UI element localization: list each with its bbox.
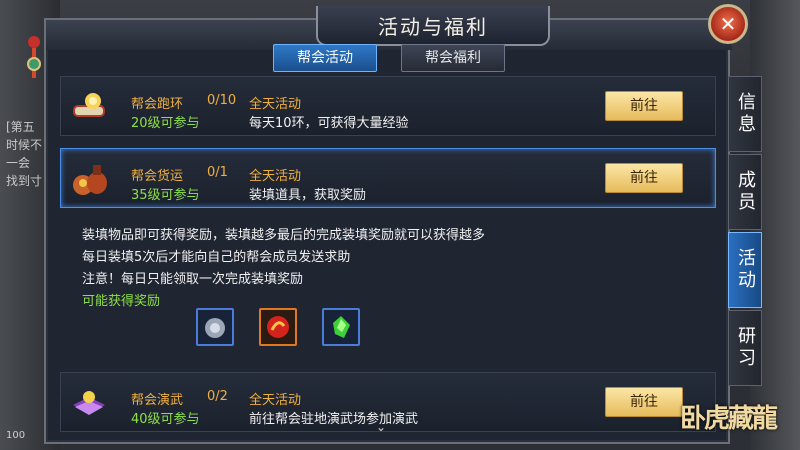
go-button[interactable]: 前往 — [605, 163, 683, 193]
activity-desc: 装填道具，获取奖励 — [249, 188, 367, 203]
window-title: 活动与福利 — [316, 6, 550, 46]
activity-desc: 前往帮会驻地演武场参加演武 — [249, 412, 419, 427]
side-tab-label: 活动 — [735, 248, 756, 292]
activity-time: 全天活动 — [249, 393, 302, 408]
activity-desc: 每天10环，可获得大量经验 — [249, 116, 409, 131]
side-tab-info[interactable]: 信息 — [728, 76, 762, 152]
activity-name: 帮会货运 — [131, 169, 184, 184]
side-tab-label: 成员 — [735, 170, 756, 214]
scene-text: 找到寸 — [6, 174, 43, 188]
scene-text: [第五 — [6, 120, 35, 134]
game-logo: 卧虎藏龍 — [680, 404, 778, 434]
activity-time: 全天活动 — [249, 169, 302, 184]
side-tab-members[interactable]: 成员 — [728, 154, 762, 230]
close-icon: ✕ — [719, 12, 737, 36]
side-tab-label: 信息 — [735, 92, 756, 136]
tab-guild-welfare[interactable]: 帮会福利 — [401, 44, 505, 72]
activity-count: 0/2 — [207, 389, 228, 404]
side-tab-activities[interactable]: 活动 — [728, 232, 762, 308]
scene-text: 一会 — [6, 156, 31, 170]
activity-level: 35级可参与 — [131, 188, 200, 203]
activity-name: 帮会演武 — [131, 393, 184, 408]
activity-count: 0/10 — [207, 93, 237, 108]
activity-row[interactable]: 帮会货运 0/1 全天活动 35级可参与 装填道具，获取奖励 前往 — [60, 148, 716, 208]
activity-level: 40级可参与 — [131, 412, 200, 427]
side-tab-study[interactable]: 研习 — [728, 310, 762, 386]
activity-detail: 装填物品即可获得奖励，装填越多最后的完成装填奖励就可以获得越多 每日装填5次后才… — [60, 224, 716, 364]
guild-activities-window: 活动与福利 帮会活动 帮会福利 帮会跑环 0/10 全天活动 20级可参与 每天… — [44, 6, 732, 444]
scroll-down-icon[interactable]: ⌄ — [376, 420, 386, 434]
detail-line: 注意！每日只能领取一次完成装填奖励 — [82, 272, 304, 287]
green-gem-icon[interactable] — [322, 308, 360, 346]
reward-label: 可能获得奖励 — [82, 294, 161, 309]
detail-line: 装填物品即可获得奖励，装填越多最后的完成装填奖励就可以获得越多 — [82, 228, 486, 243]
hanging-knot-ornament — [27, 36, 41, 78]
activity-count: 0/1 — [207, 165, 228, 180]
go-button[interactable]: 前往 — [605, 387, 683, 417]
silver-coin-pouch-icon[interactable] — [196, 308, 234, 346]
activity-time: 全天活动 — [249, 97, 302, 112]
detail-line: 每日装填5次后才能向自己的帮会成员发送求助 — [82, 250, 351, 265]
red-orb-icon[interactable] — [259, 308, 297, 346]
martial-book-icon — [73, 391, 105, 415]
activity-row[interactable]: 帮会演武 0/2 全天活动 40级可参与 前往帮会驻地演武场参加演武 前往 — [60, 372, 716, 432]
scroll-gold-icon — [73, 93, 105, 117]
activity-level: 20级可参与 — [131, 116, 200, 131]
tab-guild-activities[interactable]: 帮会活动 — [273, 44, 377, 72]
go-button[interactable]: 前往 — [605, 91, 683, 121]
activity-name: 帮会跑环 — [131, 97, 184, 112]
scene-text: 时候不 — [6, 138, 43, 152]
tab-bar: 帮会活动 帮会福利 — [46, 44, 732, 72]
cargo-bag-icon — [73, 165, 107, 195]
level-badge: 100 — [6, 430, 26, 441]
close-button[interactable]: ✕ — [708, 4, 748, 44]
activity-row[interactable]: 帮会跑环 0/10 全天活动 20级可参与 每天10环，可获得大量经验 前往 — [60, 76, 716, 136]
side-tab-label: 研习 — [735, 326, 756, 370]
